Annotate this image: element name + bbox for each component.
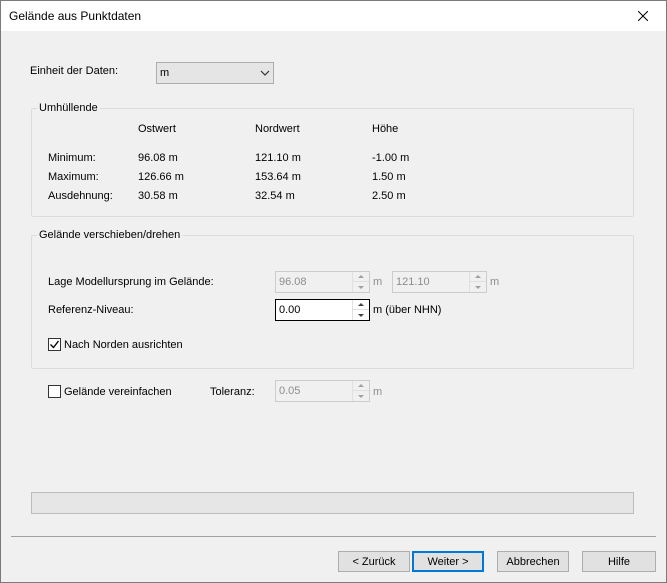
- next-button[interactable]: Weiter >: [412, 551, 484, 572]
- progress-bar: [31, 492, 634, 514]
- shift-title: Gelände verschieben/drehen: [37, 229, 183, 241]
- tolerance-up[interactable]: [353, 381, 369, 391]
- origin-x-down[interactable]: [353, 282, 369, 292]
- cancel-button[interactable]: Abbrechen: [497, 551, 569, 572]
- checkmark-icon: [50, 340, 60, 349]
- origin-label: Lage Modellursprung im Gelände:: [48, 276, 214, 288]
- arrow-up-icon: [358, 384, 364, 387]
- max-ostwert: 126.66 m: [138, 171, 184, 183]
- ref-level-down[interactable]: [353, 310, 369, 320]
- column-ostwert: Ostwert: [138, 123, 176, 135]
- origin-y-up[interactable]: [470, 272, 486, 282]
- ref-level-spinner[interactable]: 0.00: [275, 299, 370, 321]
- dialog-window: Gelände aus Punktdaten Einheit der Daten…: [0, 0, 667, 583]
- arrow-down-icon: [358, 285, 364, 289]
- column-nordwert: Nordwert: [255, 123, 300, 135]
- simplify-label[interactable]: Gelände vereinfachen: [64, 386, 172, 398]
- ref-level-unit: m (über NHN): [373, 304, 442, 316]
- column-hoehe: Höhe: [372, 123, 399, 135]
- unit-dropdown[interactable]: m: [156, 62, 274, 84]
- simplify-checkbox[interactable]: [48, 385, 61, 398]
- tolerance-unit: m: [373, 386, 383, 398]
- ref-level-up[interactable]: [353, 300, 369, 310]
- back-button[interactable]: < Zurück: [338, 551, 410, 572]
- north-align-checkbox[interactable]: [48, 338, 61, 351]
- origin-x-up[interactable]: [353, 272, 369, 282]
- tolerance-value: 0.05: [279, 385, 301, 397]
- max-hoehe: 1.50 m: [372, 171, 406, 183]
- help-button[interactable]: Hilfe: [582, 551, 656, 572]
- close-icon: [638, 11, 648, 21]
- row-label-minimum: Minimum:: [48, 152, 96, 164]
- row-label-maximum: Maximum:: [48, 171, 99, 183]
- ext-ostwert: 30.58 m: [138, 190, 178, 202]
- ref-level-label: Referenz-Niveau:: [48, 304, 134, 316]
- origin-x-value: 96.08: [279, 276, 307, 288]
- north-align-label[interactable]: Nach Norden ausrichten: [64, 339, 183, 351]
- min-hoehe: -1.00 m: [372, 152, 410, 164]
- ext-nordwert: 32.54 m: [255, 190, 295, 202]
- origin-x-unit: m: [373, 276, 383, 288]
- arrow-down-icon: [358, 313, 364, 317]
- row-label-ausdehnung: Ausdehnung:: [48, 190, 113, 202]
- origin-y-value: 121.10: [396, 276, 430, 288]
- arrow-up-icon: [358, 275, 364, 278]
- tolerance-label: Toleranz:: [210, 386, 255, 398]
- separator: [11, 536, 656, 537]
- title-bar[interactable]: Gelände aus Punktdaten: [1, 1, 666, 31]
- unit-label: Einheit der Daten:: [30, 65, 119, 77]
- min-nordwert: 121.10 m: [255, 152, 301, 164]
- origin-x-spinner[interactable]: 96.08: [275, 271, 370, 293]
- envelope-title: Umhüllende: [37, 102, 100, 114]
- ext-hoehe: 2.50 m: [372, 190, 406, 202]
- arrow-down-icon: [475, 285, 481, 289]
- ref-level-value: 0.00: [279, 304, 301, 316]
- envelope-group: [31, 108, 634, 217]
- tolerance-down[interactable]: [353, 391, 369, 401]
- tolerance-spinner[interactable]: 0.05: [275, 380, 370, 402]
- unit-dropdown-value: m: [160, 67, 170, 79]
- arrow-down-icon: [358, 394, 364, 398]
- arrow-up-icon: [358, 303, 364, 306]
- origin-y-unit: m: [490, 276, 500, 288]
- window-title: Gelände aus Punktdaten: [9, 9, 142, 23]
- arrow-up-icon: [475, 275, 481, 278]
- close-button[interactable]: [620, 1, 666, 31]
- chevron-down-icon: [260, 70, 270, 76]
- min-ostwert: 96.08 m: [138, 152, 178, 164]
- origin-y-spinner[interactable]: 121.10: [392, 271, 487, 293]
- origin-y-down[interactable]: [470, 282, 486, 292]
- max-nordwert: 153.64 m: [255, 171, 301, 183]
